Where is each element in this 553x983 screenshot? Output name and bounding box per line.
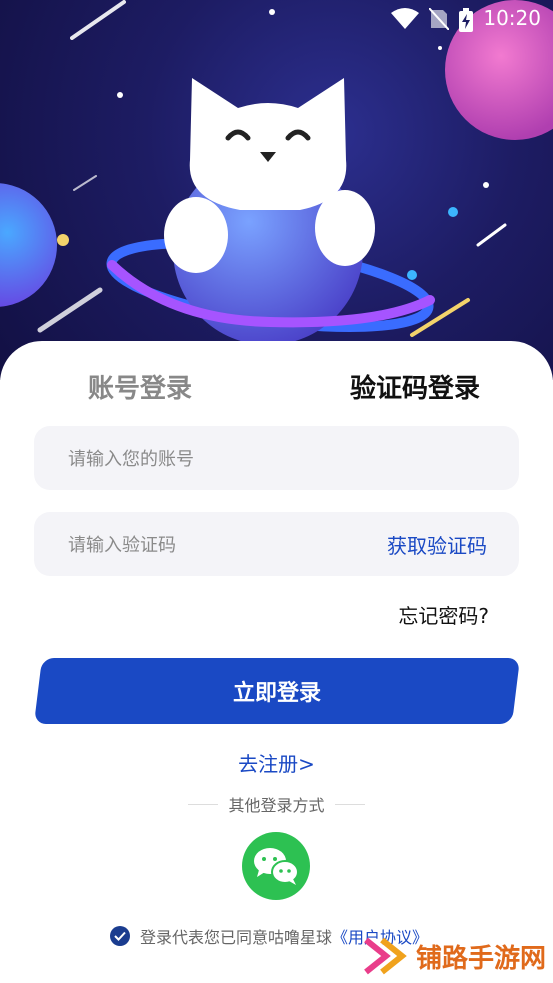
tab-code-login[interactable]: 验证码登录	[350, 368, 480, 405]
wechat-icon	[254, 848, 299, 885]
code-input[interactable]	[66, 512, 370, 578]
space-cat-illustration	[0, 0, 553, 345]
watermark: 铺路手游网	[364, 936, 546, 976]
forgot-password-link[interactable]: 忘记密码?	[398, 600, 489, 629]
login-screen: 10:20 账号登录 验证码登录 获取验证码 忘记密码? 立即登录 去注册> 其…	[0, 0, 553, 983]
account-field	[34, 426, 519, 492]
divider-line-right	[334, 803, 365, 805]
register-link[interactable]: 去注册>	[0, 748, 553, 777]
tab-account-login[interactable]: 账号登录	[88, 368, 192, 405]
status-icons	[391, 8, 473, 32]
agreement-checkbox[interactable]	[110, 926, 130, 946]
no-sim-icon	[429, 8, 449, 32]
watermark-logo-icon	[364, 937, 407, 975]
get-code-button[interactable]: 获取验证码	[387, 530, 487, 559]
battery-charging-icon	[459, 8, 473, 32]
status-bar: 10:20	[0, 0, 553, 38]
code-field: 获取验证码	[34, 512, 519, 578]
hero-illustration: 10:20	[0, 0, 553, 380]
divider-line-left	[188, 803, 219, 805]
login-button-label: 立即登录	[232, 681, 321, 706]
check-icon	[114, 931, 126, 941]
watermark-text: 铺路手游网	[416, 943, 547, 974]
account-input[interactable]	[66, 426, 370, 492]
wifi-icon	[391, 8, 419, 32]
wechat-login-button[interactable]	[242, 832, 310, 900]
other-login-divider: 其他登录方式	[0, 792, 553, 816]
login-button[interactable]: 立即登录	[33, 658, 521, 724]
status-time: 10:20	[483, 6, 541, 30]
agreement-text: 登录代表您已同意咕噜星球	[140, 928, 333, 947]
other-login-label: 其他登录方式	[228, 796, 325, 815]
